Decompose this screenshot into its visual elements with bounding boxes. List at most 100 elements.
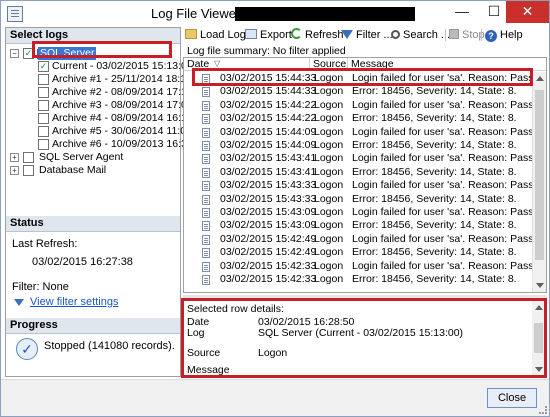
log-entry-icon	[202, 221, 210, 232]
stop-button[interactable]: Stop	[449, 27, 485, 43]
cell-date: 03/02/2015 15:44:33	[220, 85, 317, 98]
minimize-button[interactable]: —	[447, 1, 477, 23]
table-row[interactable]: 03/02/2015 15:43:33 Logon Error: 18456, Se…	[184, 193, 532, 206]
cell-source: Logon	[314, 179, 344, 192]
cell-source: Logon	[314, 246, 344, 259]
checkbox-archive-5[interactable]	[38, 126, 49, 137]
maximize-button[interactable]: ☐	[479, 1, 509, 23]
scroll-up-icon[interactable]	[535, 305, 543, 310]
details-scrollbar[interactable]	[532, 301, 546, 376]
cell-source: Logon	[314, 219, 344, 232]
table-row[interactable]: 03/02/2015 15:42:33 Logon Login failed for…	[184, 260, 532, 273]
cell-source: Logon	[314, 259, 344, 272]
cell-source: Logon	[314, 273, 344, 285]
expand-icon[interactable]: +	[10, 166, 19, 175]
load-log-button[interactable]: Load Log	[185, 27, 246, 43]
export-icon	[245, 29, 257, 39]
collapse-icon[interactable]: −	[10, 49, 19, 58]
pane-splitter[interactable]	[183, 295, 547, 298]
checkbox-archive-6[interactable]	[38, 139, 49, 150]
table-row[interactable]: 03/02/2015 15:43:09 Logon Login failed for…	[184, 206, 532, 219]
scroll-up-icon[interactable]	[536, 76, 544, 81]
view-filter-settings-link[interactable]: View filter settings	[14, 296, 118, 308]
cell-message: Error: 18456, Severity: 14, State: 8.	[352, 112, 517, 125]
cell-message: Error: 18456, Severity: 14, State: 8.	[352, 219, 517, 232]
check-icon: ✓	[16, 338, 38, 360]
table-row[interactable]: 03/02/2015 15:44:09 Logon Login failed for…	[184, 126, 532, 139]
last-refresh-value: 03/02/2015 16:27:38	[32, 256, 133, 268]
filter-button[interactable]: Filter ...	[341, 27, 393, 43]
table-row[interactable]: 03/02/2015 15:44:33 Logon Login failed for…	[184, 72, 532, 86]
tree-label-database-mail: Database Mail	[39, 164, 107, 176]
checkbox-sql-server-agent[interactable]	[23, 152, 34, 163]
cell-date: 03/02/2015 15:42:49	[220, 232, 317, 245]
checkbox-current[interactable]: ✓	[38, 61, 49, 72]
cell-source: Logon	[314, 72, 344, 84]
column-header-source[interactable]: Source	[310, 58, 348, 71]
toolbar: Load Log Export Refresh Filter ... Searc…	[183, 27, 547, 43]
table-row[interactable]: 03/02/2015 15:43:41 Logon Error: 18456, Se…	[184, 166, 532, 179]
refresh-button[interactable]: Refresh	[291, 27, 344, 43]
filter-icon	[341, 30, 353, 39]
log-entry-icon	[202, 114, 210, 125]
checkbox-archive-3[interactable]	[38, 100, 49, 111]
cell-date: 03/02/2015 15:43:41	[220, 165, 317, 178]
progress-header: Progress	[6, 318, 180, 334]
scroll-down-icon[interactable]	[535, 367, 543, 372]
log-grid[interactable]: Date ▽ Source Message 03/02/2015 15:44:3…	[183, 57, 547, 293]
sort-funnel-icon[interactable]: ▽	[214, 58, 220, 70]
redacted-server-name	[235, 7, 415, 21]
table-row[interactable]: 03/02/2015 15:44:09 Logon Error: 18456, Se…	[184, 139, 532, 152]
cell-date: 03/02/2015 15:43:09	[220, 206, 317, 218]
cell-source: Logon	[314, 206, 344, 218]
cell-date: 03/02/2015 15:44:09	[220, 139, 317, 151]
grid-vertical-scrollbar[interactable]	[532, 72, 546, 292]
scroll-thumb[interactable]	[534, 323, 543, 353]
table-row[interactable]: 03/02/2015 15:44:22 Logon Login failed for…	[184, 99, 532, 112]
cell-date: 03/02/2015 15:43:09	[220, 219, 317, 232]
log-entry-icon	[202, 87, 210, 98]
scroll-down-icon[interactable]	[536, 283, 544, 288]
resize-grip-icon[interactable]	[539, 406, 547, 414]
table-row[interactable]: 03/02/2015 15:43:41 Logon Login failed for…	[184, 152, 532, 165]
column-header-message[interactable]: Message	[348, 58, 546, 71]
cell-date: 03/02/2015 15:44:33	[220, 72, 317, 84]
table-row[interactable]: 03/02/2015 15:44:22 Logon Error: 18456, Se…	[184, 112, 532, 125]
bottom-bar: Close	[1, 379, 549, 416]
help-label: Help	[500, 29, 523, 41]
close-window-button[interactable]: ✕	[506, 1, 549, 23]
detail-value-log: SQL Server (Current - 03/02/2015 15:13:0…	[258, 327, 464, 339]
log-entry-icon	[202, 167, 210, 178]
search-button[interactable]: Search ...	[391, 27, 450, 43]
cell-date: 03/02/2015 15:42:49	[220, 246, 317, 259]
cell-source: Logon	[314, 112, 344, 125]
select-logs-header: Select logs	[6, 28, 180, 44]
table-row[interactable]: 03/02/2015 15:42:49 Logon Error: 18456, Se…	[184, 246, 532, 259]
expand-icon[interactable]: +	[10, 153, 19, 162]
log-entry-icon	[202, 74, 210, 84]
checkbox-sql-server[interactable]: ✓	[23, 48, 34, 59]
tree-label-sql-server: SQL Server	[38, 47, 97, 60]
search-icon	[391, 30, 400, 39]
filter-label: Filter ...	[356, 29, 393, 41]
scroll-thumb[interactable]	[535, 90, 544, 260]
export-button[interactable]: Export	[245, 27, 292, 43]
cell-message: Login failed for user 'sa'. Reason: Pass…	[352, 72, 532, 84]
table-row[interactable]: 03/02/2015 15:42:33 Logon Error: 18456, Se…	[184, 273, 532, 286]
cell-message: Login failed for user 'sa'. Reason: Pass…	[352, 179, 532, 192]
table-row[interactable]: 03/02/2015 15:44:33 Logon Error: 18456, Se…	[184, 85, 532, 98]
close-button[interactable]: Close	[487, 388, 537, 408]
cell-message: Login failed for user 'sa'. Reason: Pass…	[352, 152, 532, 165]
table-row[interactable]: 03/02/2015 15:43:33 Logon Login failed for…	[184, 179, 532, 192]
table-row[interactable]: 03/02/2015 15:42:49 Logon Login failed for…	[184, 233, 532, 246]
log-entry-icon	[202, 141, 210, 151]
help-button[interactable]: ? Help	[485, 27, 523, 43]
checkbox-database-mail[interactable]	[23, 165, 34, 176]
log-entry-icon	[202, 248, 210, 259]
checkbox-archive-4[interactable]	[38, 113, 49, 124]
status-section: Status Last Refresh: 03/02/2015 16:27:38…	[6, 216, 180, 318]
table-row[interactable]: 03/02/2015 15:43:09 Logon Error: 18456, Se…	[184, 219, 532, 232]
checkbox-archive-2[interactable]	[38, 87, 49, 98]
checkbox-archive-1[interactable]	[38, 74, 49, 85]
column-header-date[interactable]: Date ▽	[184, 58, 310, 71]
